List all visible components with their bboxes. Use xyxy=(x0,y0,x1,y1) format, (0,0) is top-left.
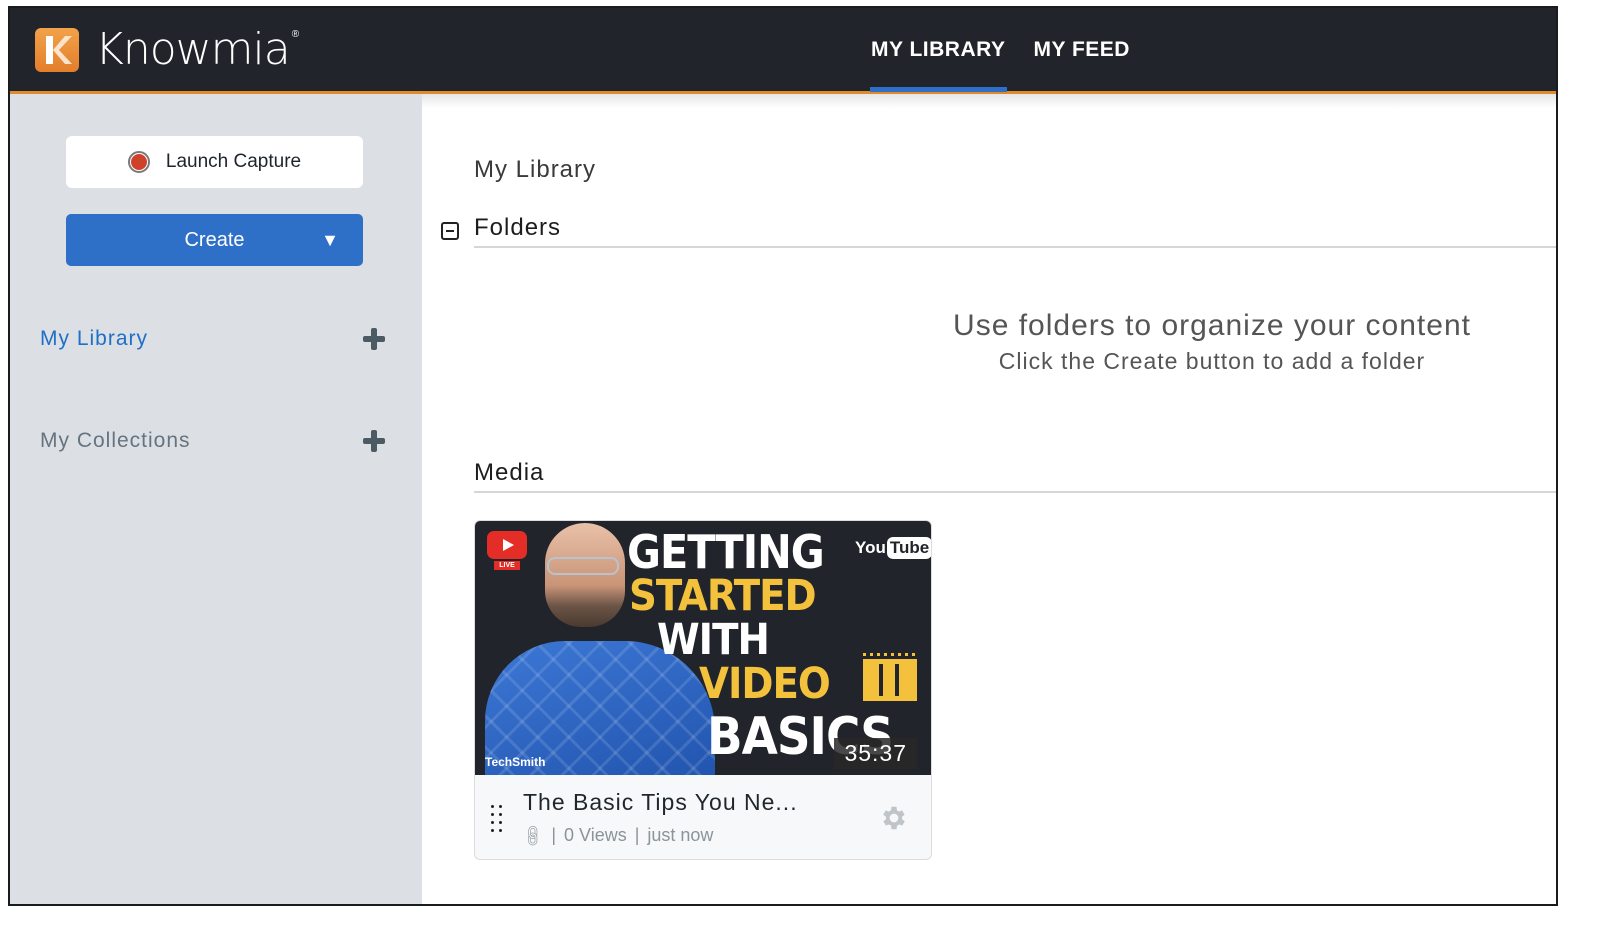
tab-my-library[interactable]: MY LIBRARY xyxy=(870,8,1007,92)
sidebar-item-my-collections[interactable]: My Collections xyxy=(40,421,385,461)
registered-mark: ® xyxy=(291,28,300,40)
sidebar-item-label: My Library xyxy=(40,327,149,350)
folders-empty-title: Use folders to organize your content xyxy=(953,309,1471,342)
drag-handle-icon[interactable] xyxy=(491,805,505,832)
sidebar-item-my-library[interactable]: My Library xyxy=(40,319,385,359)
knowmia-logo[interactable]: Knowmia ® xyxy=(35,28,299,72)
media-meta: 🔗︎ | 0 Views | just now xyxy=(520,823,714,849)
video-thumbnail[interactable]: LIVE GETTING You Tube STARTED WITH VIDEO … xyxy=(475,521,931,775)
techsmith-watermark: TechSmith xyxy=(485,755,546,769)
media-card-info: The Basic Tips You Ne... 🔗︎ | 0 Views | … xyxy=(475,775,931,859)
view-count: 0 Views xyxy=(564,825,627,845)
video-duration: 35:37 xyxy=(834,738,917,769)
folders-section-header: Folders xyxy=(441,214,1556,248)
create-button[interactable]: Create ▼ xyxy=(66,214,363,266)
upload-time: just now xyxy=(647,825,714,845)
youtube-live-icon: LIVE xyxy=(487,531,527,571)
record-icon xyxy=(127,151,150,173)
logo-k-icon xyxy=(35,28,79,72)
thumbnail-text-line: VIDEO xyxy=(699,659,831,709)
minus-square-icon[interactable] xyxy=(441,222,459,240)
add-collection-plus-icon[interactable] xyxy=(363,430,385,452)
main-content: My Library Folders Use folders to organi… xyxy=(422,94,1556,904)
launch-capture-button[interactable]: Launch Capture xyxy=(66,136,363,188)
sidebar: Launch Capture Create ▼ My Library My Co… xyxy=(10,94,422,904)
sidebar-item-label: My Collections xyxy=(40,429,191,452)
caret-down-icon: ▼ xyxy=(321,230,339,250)
brand-name: Knowmia xyxy=(95,24,291,75)
thumbnail-person-head xyxy=(545,523,625,627)
thumbnail-text-line: WITH xyxy=(657,615,770,665)
tab-my-feed[interactable]: MY FEED xyxy=(1033,8,1131,91)
media-section-header: Media xyxy=(474,459,1556,493)
media-card[interactable]: LIVE GETTING You Tube STARTED WITH VIDEO … xyxy=(474,520,932,860)
launch-capture-label: Launch Capture xyxy=(165,151,302,172)
folders-title: Folders xyxy=(474,214,562,241)
thumbnail-text-line: STARTED xyxy=(629,571,817,621)
top-bar: Knowmia ® MY LIBRARY MY FEED xyxy=(10,8,1556,94)
filmstrip-icon xyxy=(863,653,917,701)
add-library-plus-icon[interactable] xyxy=(363,328,385,350)
thumbnail-glasses xyxy=(547,557,619,575)
youtube-logo-icon: You Tube xyxy=(855,537,931,559)
create-label: Create xyxy=(184,229,245,251)
main-nav: MY LIBRARY MY FEED xyxy=(870,8,1157,92)
thumbnail-text-line: GETTING xyxy=(627,525,825,579)
gear-icon[interactable] xyxy=(879,803,909,833)
app-window: Knowmia ® MY LIBRARY MY FEED Launch Capt… xyxy=(8,6,1558,906)
page-title: My Library xyxy=(474,156,597,183)
link-icon[interactable]: 🔗︎ xyxy=(519,821,548,850)
meta-separator: | xyxy=(551,825,556,845)
media-title: Media xyxy=(474,459,545,486)
meta-separator: | xyxy=(634,825,640,845)
folders-empty-subtitle: Click the Create button to add a folder xyxy=(998,348,1426,374)
media-title[interactable]: The Basic Tips You Ne... xyxy=(523,789,798,816)
